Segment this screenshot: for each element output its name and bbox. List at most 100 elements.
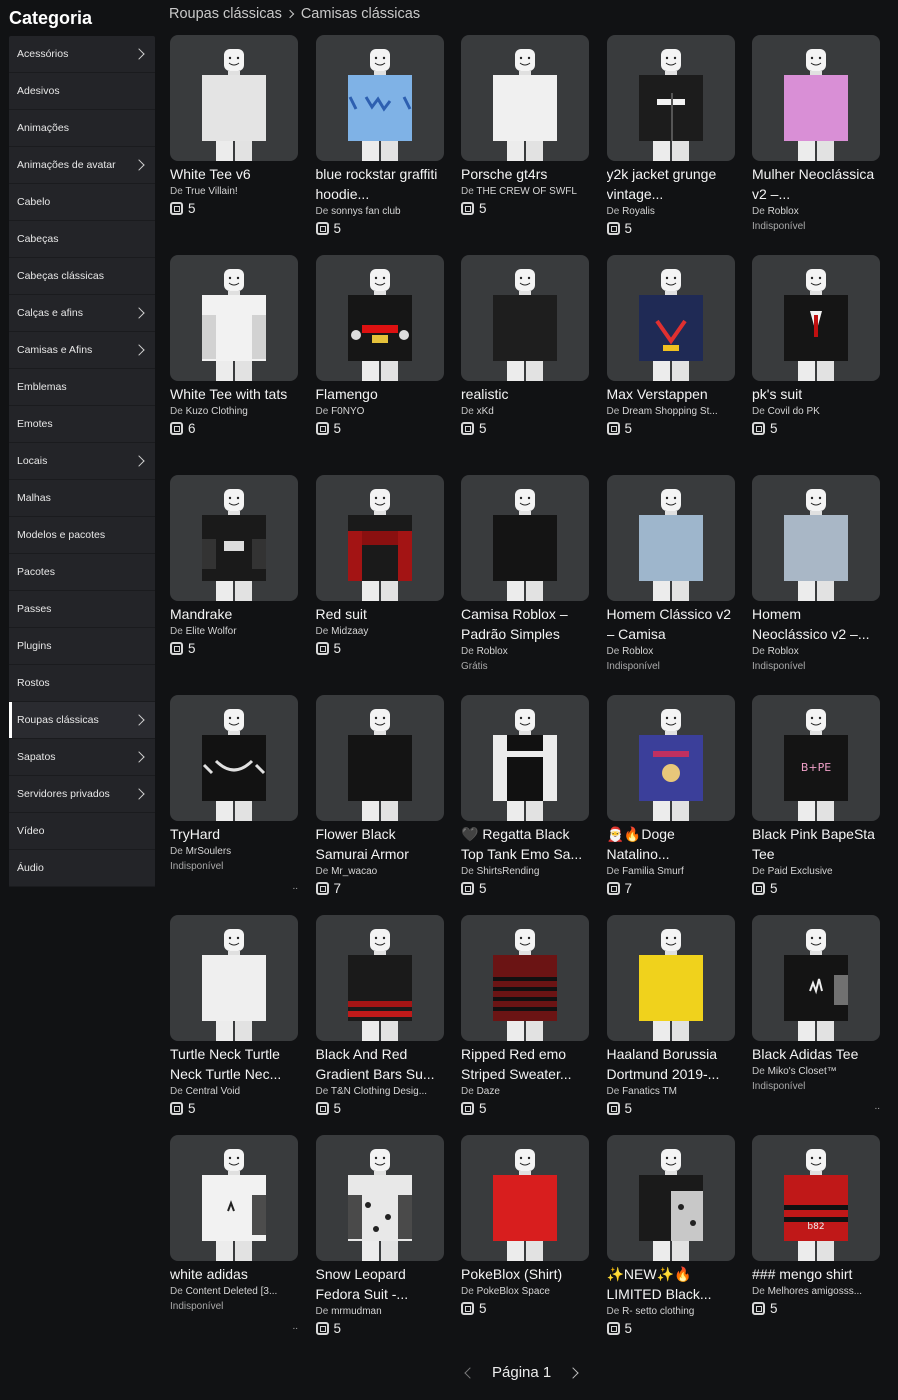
item-card[interactable]: pk's suit De Covil do PK 5 [752,255,880,475]
item-card[interactable]: b82 ### mengo shirt De Melhores amigosss..… [752,1135,880,1355]
item-thumbnail[interactable] [170,915,298,1041]
item-thumbnail[interactable] [461,35,589,161]
item-card[interactable]: Mulher Neoclássica v2 –... De Roblox Indis… [752,35,880,255]
item-name[interactable]: White Tee v6 [170,164,298,184]
sidebar-item[interactable]: Locais [9,443,155,480]
item-name[interactable]: Mandrake [170,604,298,624]
creator-name[interactable]: Melhores amigosss... [768,1286,862,1297]
sidebar-item[interactable]: Animações de avatar [9,147,155,184]
sidebar-item[interactable]: Roupas clássicas [9,702,155,739]
item-thumbnail[interactable] [170,255,298,381]
sidebar-item[interactable]: Adesivos [9,73,155,110]
sidebar-item[interactable]: Camisas e Afins [9,332,155,369]
item-name[interactable]: Black And Red Gradient Bars Su... [316,1044,444,1084]
item-card[interactable]: White Tee v6 De True Villain! 5 [170,35,298,255]
item-thumbnail[interactable] [170,35,298,161]
item-name[interactable]: Max Verstappen [607,384,735,404]
item-card[interactable]: white adidas De Content Deleted [3... Indi… [170,1135,298,1355]
sidebar-item[interactable]: Plugins [9,628,155,665]
item-card[interactable]: Turtle Neck Turtle Neck Turtle Nec... De … [170,915,298,1135]
item-name[interactable]: 🎅🔥Doge Natalino... [607,824,735,864]
item-card[interactable]: White Tee with tats De Kuzo Clothing 6 [170,255,298,475]
item-card[interactable]: Ripped Red emo Striped Sweater... De Daze… [461,915,589,1135]
creator-name[interactable]: Elite Wolfor [186,626,237,637]
item-card[interactable]: ✨NEW✨🔥 LIMITED Black... De R- setto cloth… [606,1135,735,1355]
prev-page-icon[interactable] [464,1366,476,1379]
item-name[interactable]: Black Pink BapeSta Tee [752,824,880,864]
item-name[interactable]: realistic [461,384,589,404]
sidebar-item[interactable]: Pacotes [9,554,155,591]
item-card[interactable]: Camisa Roblox – Padrão Simples De Roblox G… [461,475,589,695]
item-name[interactable]: Flamengo [316,384,444,404]
sidebar-item[interactable]: Emblemas [9,369,155,406]
item-name[interactable]: Homem Neoclássico v2 –... [752,604,880,644]
more-options[interactable]: .. [292,881,298,892]
item-thumbnail[interactable] [606,1135,735,1261]
item-card[interactable]: Homem Clássico v2 – Camisa De Roblox Indis… [606,475,735,695]
item-name[interactable]: Homem Clássico v2 – Camisa [607,604,735,644]
item-card[interactable]: Flower Black Samurai Armor De Mr_wacao 7 [315,695,444,915]
item-thumbnail[interactable] [170,695,298,821]
item-thumbnail[interactable] [315,695,444,821]
item-card[interactable]: Homem Neoclássico v2 –... De Roblox Indisp… [752,475,880,695]
creator-name[interactable]: Covil do PK [768,406,820,417]
more-options[interactable]: .. [292,1321,298,1332]
creator-name[interactable]: sonnys fan club [331,206,401,217]
creator-name[interactable]: PokeBlox Space [477,1286,550,1297]
creator-name[interactable]: mrmudman [331,1306,382,1317]
sidebar-item[interactable]: Animações [9,110,155,147]
next-page-icon[interactable] [567,1366,579,1379]
creator-name[interactable]: ShirtsRending [477,866,540,877]
item-thumbnail[interactable] [461,255,589,381]
creator-name[interactable]: Miko's Closet™ [768,1066,837,1077]
item-thumbnail[interactable] [170,1135,298,1261]
sidebar-item[interactable]: Cabeças clássicas [9,258,155,295]
item-card[interactable]: PokeBlox (Shirt) De PokeBlox Space 5 [461,1135,589,1355]
item-name[interactable]: Porsche gt4rs [461,164,589,184]
item-thumbnail[interactable] [461,695,589,821]
item-thumbnail[interactable] [752,255,880,381]
item-thumbnail[interactable] [315,1135,444,1261]
item-name[interactable]: Red suit [316,604,444,624]
item-thumbnail[interactable] [461,915,589,1041]
item-card[interactable]: realistic De xKd 5 [461,255,589,475]
item-thumbnail[interactable] [461,1135,589,1261]
sidebar-item[interactable]: Calças e afins [9,295,155,332]
item-card[interactable]: 🎅🔥Doge Natalino... De Familia Smurf 7 [606,695,735,915]
creator-name[interactable]: Royalis [622,206,655,217]
item-thumbnail[interactable]: B+PE [752,695,880,821]
item-thumbnail[interactable] [606,475,735,601]
item-card[interactable]: y2k jacket grunge vintage... De Royalis 5 [606,35,735,255]
creator-name[interactable]: Mr_wacao [331,866,377,877]
item-card[interactable]: Haaland Borussia Dortmund 2019-... De Fan… [606,915,735,1135]
sidebar-item[interactable]: Cabeças [9,221,155,258]
item-name[interactable]: 🖤 Regatta Black Top Tank Emo Sa... [461,824,589,864]
sidebar-item[interactable]: Acessórios [9,36,155,73]
creator-name[interactable]: Midzaay [331,626,368,637]
creator-name[interactable]: Roblox [768,646,799,657]
creator-name[interactable]: Roblox [768,206,799,217]
creator-name[interactable]: Paid Exclusive [768,866,833,877]
creator-name[interactable]: Roblox [477,646,508,657]
item-card[interactable]: Porsche gt4rs De THE CREW OF SWFL 5 [461,35,589,255]
item-thumbnail[interactable] [315,35,444,161]
item-name[interactable]: pk's suit [752,384,880,404]
sidebar-item[interactable]: Passes [9,591,155,628]
item-card[interactable]: Max Verstappen De Dream Shopping St... 5 [606,255,735,475]
item-card[interactable]: Black And Red Gradient Bars Su... De T&N … [315,915,444,1135]
item-card[interactable]: B+PE Black Pink BapeSta Tee De Paid Exclus… [752,695,880,915]
breadcrumb-parent[interactable]: Roupas clássicas [169,6,282,22]
item-name[interactable]: Haaland Borussia Dortmund 2019-... [607,1044,735,1084]
creator-name[interactable]: xKd [477,406,494,417]
creator-name[interactable]: Roblox [622,646,653,657]
item-thumbnail[interactable]: b82 [752,1135,880,1261]
item-name[interactable]: Mulher Neoclássica v2 –... [752,164,880,204]
sidebar-item[interactable]: Sapatos [9,739,155,776]
item-card[interactable]: Flamengo De F0NYO 5 [315,255,444,475]
item-name[interactable]: Turtle Neck Turtle Neck Turtle Nec... [170,1044,298,1084]
item-name[interactable]: TryHard [170,824,298,844]
item-thumbnail[interactable] [315,915,444,1041]
item-name[interactable]: Flower Black Samurai Armor [316,824,444,864]
item-thumbnail[interactable] [315,255,444,381]
creator-name[interactable]: R- setto clothing [622,1306,694,1317]
